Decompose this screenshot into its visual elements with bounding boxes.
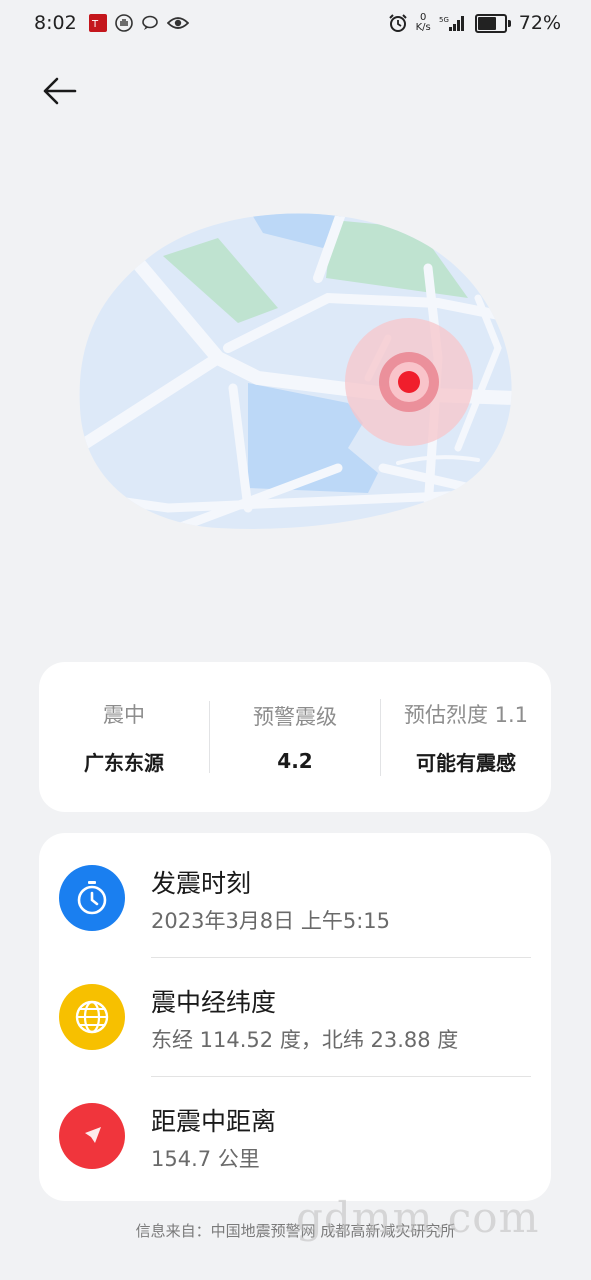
distance-value: 154.7 公里: [151, 1147, 260, 1171]
hand-notification-icon: [114, 14, 133, 32]
watermark: gdmm.com: [296, 1193, 540, 1242]
earthquake-details-card: 发震时刻 2023年3月8日 上午5:15 震中经纬度 东经 114.52 度，…: [39, 833, 551, 1201]
navigation-icon: [59, 1103, 125, 1169]
epicenter-value: 广东东源: [84, 750, 164, 775]
epicenter-dot: [398, 371, 420, 393]
detail-row-distance: 距震中距离 154.7 公里: [39, 1071, 551, 1191]
detail-row-coordinates: 震中经纬度 东经 114.52 度，北纬 23.88 度: [39, 952, 551, 1072]
intensity-value: 可能有震感: [416, 750, 516, 775]
magnitude-value: 4.2: [277, 749, 313, 773]
status-time: 8:02: [34, 12, 77, 34]
earthquake-summary-card: 震中 广东东源 预警震级 4.2 预估烈度 1.1 可能有震感: [39, 662, 551, 812]
coordinates-title: 震中经纬度: [151, 988, 277, 1017]
signal-icon: 5G: [439, 14, 467, 32]
chat-notification-icon: [141, 14, 159, 32]
signal-label: 5G: [439, 16, 449, 24]
magnitude-column: 预警震级 4.2: [209, 701, 380, 773]
epicenter-label: 震中: [103, 702, 145, 727]
epicenter-column: 震中 广东东源: [39, 699, 209, 776]
back-button[interactable]: [34, 66, 84, 116]
intensity-label: 预估烈度 1.1: [403, 702, 529, 727]
distance-title: 距震中距离: [151, 1107, 277, 1136]
detail-row-time: 发震时刻 2023年3月8日 上午5:15: [39, 833, 551, 953]
clock-icon: [59, 865, 125, 931]
time-title: 发震时刻: [151, 869, 252, 898]
network-speed: 0 K/s: [416, 13, 431, 33]
epicenter-map-illustration: [79, 213, 512, 529]
battery-fill: [477, 16, 497, 30]
status-bar: 8:02 T 0 K/s 5G 72%: [0, 0, 591, 46]
svg-text:T: T: [91, 19, 99, 30]
magnitude-label: 预警震级: [253, 705, 337, 729]
net-speed-unit: K/s: [415, 22, 431, 33]
alarm-icon: [388, 13, 408, 33]
coordinates-value: 东经 114.52 度，北纬 23.88 度: [151, 1028, 459, 1052]
app-notification-icon: T: [88, 14, 107, 32]
globe-icon: [59, 984, 125, 1050]
intensity-column: 预估烈度 1.1 可能有震感: [380, 698, 551, 776]
arrow-left-icon: [43, 77, 77, 105]
battery-percent: 72%: [518, 12, 561, 34]
time-value: 2023年3月8日 上午5:15: [151, 909, 390, 933]
eye-icon: [166, 15, 189, 31]
battery-icon: [474, 13, 511, 33]
